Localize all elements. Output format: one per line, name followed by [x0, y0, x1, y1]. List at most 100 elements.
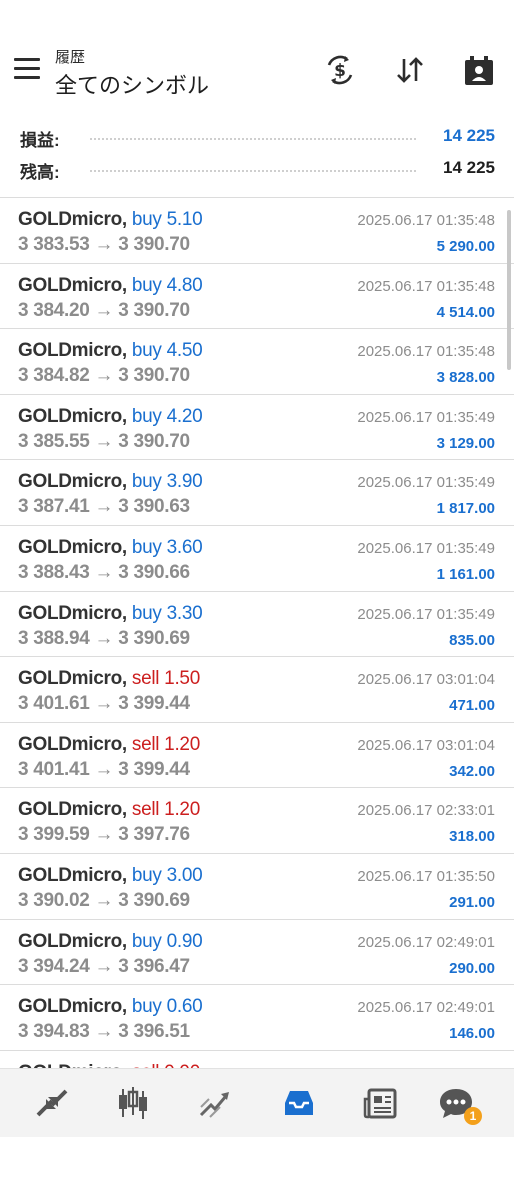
symbol-name: GOLDmicro,: [18, 996, 127, 1018]
trade-prices: 3 401.61 → 3 399.44: [18, 693, 190, 715]
trade-prices: 3 388.94 → 3 390.69: [18, 627, 190, 649]
app-header: 履歴 全てのシンボル $: [0, 0, 514, 110]
trade-prices: 3 387.41 → 3 390.63: [18, 496, 190, 518]
dotted-leader: [90, 138, 416, 140]
trade-prices: 3 399.59 → 3 397.76: [18, 824, 190, 846]
trade-time: 2025.06.17 01:35:48: [357, 343, 495, 361]
trade-symbol: GOLDmicro, sell 1.50: [18, 668, 200, 690]
symbol-name: GOLDmicro,: [18, 405, 127, 427]
trade-row[interactable]: GOLDmicro, buy 0.60 3 394.83 → 3 396.51 20…: [0, 985, 514, 1051]
trade-side-volume: buy 4.20: [131, 405, 203, 427]
trade-prices: 3 384.20 → 3 390.70: [18, 299, 190, 321]
trade-history-list[interactable]: GOLDmicro, buy 5.10 3 383.53 → 3 390.70 20…: [0, 198, 514, 1070]
trade-symbol: GOLDmicro, buy 4.80: [18, 274, 203, 297]
trade-row[interactable]: GOLDmicro, sell 1.50 3 401.61 → 3 399.44 2…: [0, 657, 514, 723]
trade-prices: 3 394.83 → 3 396.51: [18, 1021, 190, 1043]
balance-value: 14 225: [443, 158, 495, 177]
trade-row[interactable]: GOLDmicro, buy 3.00 3 390.02 → 3 390.69 20…: [0, 854, 514, 920]
symbol-name: GOLDmicro,: [18, 340, 127, 362]
trade-side-volume: buy 4.80: [131, 274, 203, 296]
trade-time: 2025.06.17 01:35:48: [357, 212, 495, 229]
trade-icon[interactable]: [196, 1083, 236, 1123]
chat-badge: 1: [464, 1107, 482, 1125]
trade-side-volume: buy 5.10: [131, 209, 203, 230]
trade-row[interactable]: GOLDmicro, buy 0.90 3 394.24 → 3 396.47 20…: [0, 920, 514, 986]
symbol-name: GOLDmicro,: [18, 733, 127, 755]
trade-time: 2025.06.17 03:01:04: [357, 736, 495, 754]
symbol-name: GOLDmicro,: [18, 209, 127, 230]
calendar-icon[interactable]: [461, 52, 497, 88]
trade-time: 2025.06.17 01:35:48: [357, 277, 495, 295]
trade-profit: 835.00: [449, 631, 495, 649]
trade-side-volume: sell 1.50: [131, 668, 200, 690]
quotes-icon[interactable]: [32, 1083, 72, 1123]
trade-symbol: GOLDmicro, sell 1.20: [18, 734, 200, 756]
trade-symbol: GOLDmicro, buy 0.90: [18, 930, 203, 953]
balance-row: 残高: 14 225: [0, 154, 514, 184]
trade-prices: 3 394.24 → 3 396.47: [18, 955, 190, 977]
scrollbar[interactable]: [507, 210, 511, 370]
trade-row[interactable]: GOLDmicro, buy 5.10 3 383.53 → 3 390.70 20…: [0, 198, 514, 264]
trade-time: 2025.06.17 03:01:04: [357, 671, 495, 689]
trade-profit: 3 828.00: [436, 369, 495, 387]
menu-icon[interactable]: [14, 58, 40, 80]
trade-symbol: GOLDmicro, buy 0.60: [18, 996, 203, 1018]
symbol-name: GOLDmicro,: [18, 799, 127, 821]
news-icon[interactable]: [361, 1083, 401, 1123]
currency-exchange-icon[interactable]: $: [322, 52, 358, 88]
trade-row[interactable]: GOLDmicro, buy 4.80 3 384.20 → 3 390.70 20…: [0, 264, 514, 330]
trade-prices: 3 390.02 → 3 390.69: [18, 889, 190, 911]
trade-side-volume: buy 0.60: [131, 996, 203, 1018]
trade-row[interactable]: GOLDmicro, buy 3.90 3 387.41 → 3 390.63 20…: [0, 460, 514, 526]
trade-side-volume: buy 0.90: [131, 930, 203, 952]
trade-side-volume: buy 3.30: [131, 602, 203, 624]
trade-prices: 3 401.41 → 3 399.44: [18, 758, 190, 780]
trade-side-volume: buy 4.50: [131, 340, 203, 362]
trade-row[interactable]: GOLDmicro, buy 3.60 3 388.43 → 3 390.66 20…: [0, 526, 514, 592]
trade-time: 2025.06.17 01:35:49: [357, 408, 495, 426]
history-icon[interactable]: [279, 1083, 319, 1123]
trade-symbol: GOLDmicro, buy 3.90: [18, 471, 203, 493]
trade-row[interactable]: GOLDmicro, buy 4.20 3 385.55 → 3 390.70 20…: [0, 395, 514, 461]
trade-symbol: GOLDmicro, buy 3.00: [18, 864, 203, 887]
profit-value: 14 225: [443, 126, 495, 145]
trade-profit: 3 129.00: [436, 434, 495, 452]
balance-label: 残高:: [20, 163, 60, 182]
trade-side-volume: buy 3.60: [131, 536, 203, 558]
trade-prices: 3 385.55 → 3 390.70: [18, 430, 190, 452]
symbol-name: GOLDmicro,: [18, 930, 127, 952]
trade-row[interactable]: GOLDmicro, buy 4.50 3 384.82 → 3 390.70 20…: [0, 329, 514, 395]
symbol-name: GOLDmicro,: [18, 274, 127, 296]
trade-side-volume: buy 3.00: [131, 864, 203, 886]
page-subtitle: 履歴: [55, 49, 86, 66]
symbol-name: GOLDmicro,: [18, 471, 127, 493]
trade-time: 2025.06.17 01:35:49: [357, 474, 495, 492]
chat-icon[interactable]: 1: [436, 1083, 482, 1125]
trade-side-volume: sell 1.20: [131, 733, 200, 755]
trade-side-volume: buy 3.90: [131, 471, 203, 493]
trade-symbol: GOLDmicro, buy 4.20: [18, 405, 203, 428]
symbol-filter-title[interactable]: 全てのシンボル: [55, 68, 209, 100]
symbol-name: GOLDmicro,: [18, 602, 127, 624]
chart-icon[interactable]: [113, 1083, 153, 1123]
trade-row[interactable]: GOLDmicro, sell 1.20 3 399.59 → 3 397.76 2…: [0, 788, 514, 854]
trade-time: 2025.06.17 01:35:50: [357, 867, 495, 885]
trade-profit: 1 817.00: [436, 500, 495, 518]
trade-time: 2025.06.17 01:35:49: [357, 605, 495, 623]
trade-profit: 146.00: [449, 1025, 495, 1043]
profit-label: 損益:: [20, 131, 60, 150]
trade-prices: 3 383.53 → 3 390.70: [18, 234, 190, 255]
trade-side-volume: sell 1.20: [131, 799, 200, 821]
trade-profit: 318.00: [449, 828, 495, 846]
symbol-name: GOLDmicro,: [18, 668, 127, 690]
trade-prices: 3 384.82 → 3 390.70: [18, 365, 190, 387]
symbol-name: GOLDmicro,: [18, 864, 127, 886]
trade-row[interactable]: GOLDmicro, buy 3.30 3 388.94 → 3 390.69 20…: [0, 592, 514, 658]
trade-profit: 290.00: [449, 959, 495, 977]
sort-icon[interactable]: [392, 52, 428, 88]
trade-symbol: GOLDmicro, buy 3.60: [18, 536, 203, 559]
trade-prices: 3 388.43 → 3 390.66: [18, 561, 190, 583]
trade-row[interactable]: GOLDmicro, sell 1.20 3 401.41 → 3 399.44 2…: [0, 723, 514, 789]
trade-time: 2025.06.17 01:35:49: [357, 539, 495, 557]
trade-symbol: GOLDmicro, buy 5.10: [18, 209, 203, 231]
